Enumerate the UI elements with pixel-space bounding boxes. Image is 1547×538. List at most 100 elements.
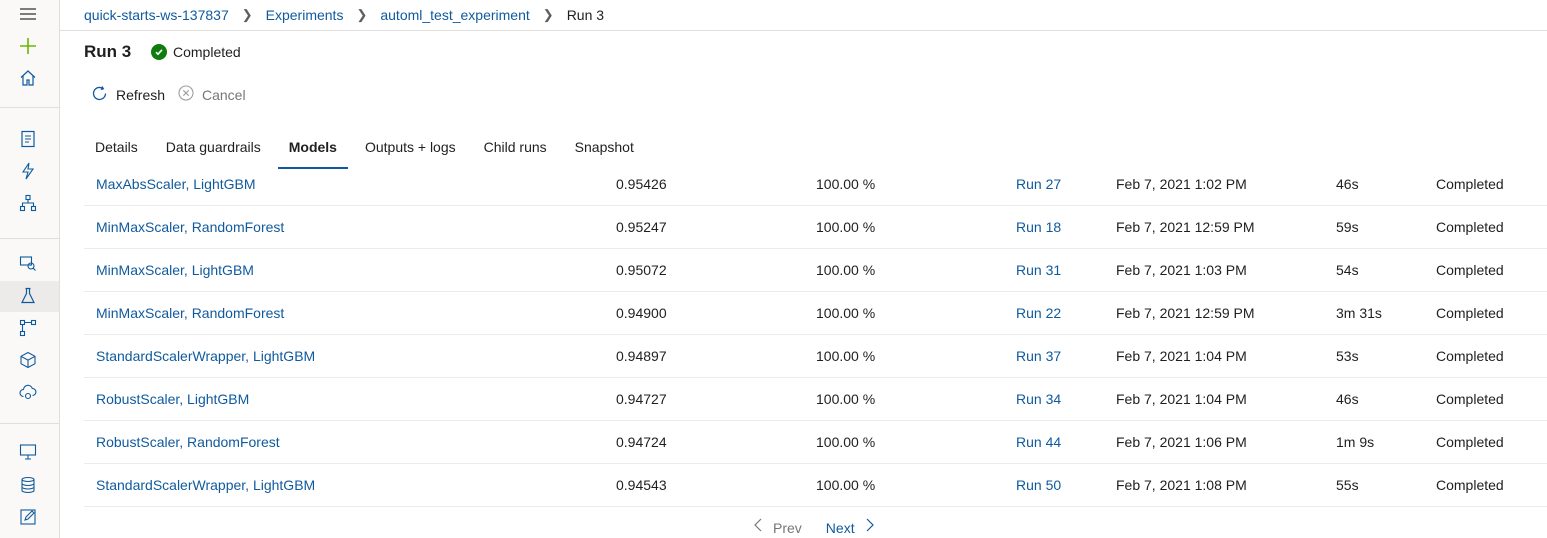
datastores-icon[interactable]	[17, 474, 39, 496]
sampling-value: 100.00 %	[816, 219, 876, 235]
hamburger-icon[interactable]	[17, 3, 39, 25]
experiments-icon[interactable]	[17, 285, 39, 307]
run-status: Completed	[1436, 305, 1504, 321]
sampling-value: 100.00 %	[816, 477, 876, 493]
table-row: RobustScaler, RandomForest 0.94724 100.0…	[84, 421, 1547, 464]
algorithm-name-link[interactable]: RobustScaler, RandomForest	[96, 434, 280, 450]
run-status: Completed	[1436, 348, 1504, 364]
prev-button[interactable]: Prev	[752, 517, 802, 538]
table-row: StandardScalerWrapper, LightGBM 0.94897 …	[84, 335, 1547, 378]
page-title: Run 3	[84, 42, 132, 61]
pagination: Prev Next	[752, 517, 876, 538]
metric-value: 0.94543	[616, 477, 667, 493]
prev-label: Prev	[773, 519, 802, 536]
endpoints-icon[interactable]	[17, 381, 39, 403]
check-circle-icon	[151, 44, 167, 60]
table-row: MinMaxScaler, RandomForest 0.94900 100.0…	[84, 292, 1547, 335]
run-link[interactable]: Run 50	[1016, 477, 1061, 493]
metric-value: 0.95247	[616, 219, 667, 235]
algorithm-name-link[interactable]: StandardScalerWrapper, LightGBM	[96, 477, 315, 493]
algorithm-name-link[interactable]: MinMaxScaler, LightGBM	[96, 262, 254, 278]
left-nav-rail	[0, 0, 60, 538]
chevron-right-icon: ❯	[542, 7, 554, 22]
designer-icon[interactable]	[17, 192, 39, 214]
run-link[interactable]: Run 18	[1016, 219, 1061, 235]
duration-value: 53s	[1336, 348, 1359, 364]
algorithm-name-link[interactable]: MaxAbsScaler, LightGBM	[96, 176, 256, 192]
run-link[interactable]: Run 37	[1016, 348, 1061, 364]
duration-value: 55s	[1336, 477, 1359, 493]
sampling-value: 100.00 %	[816, 305, 876, 321]
chevron-left-icon	[752, 517, 764, 538]
plus-icon[interactable]	[17, 35, 39, 57]
breadcrumb-experiments-link[interactable]: Experiments	[266, 7, 344, 23]
metric-value: 0.94900	[616, 305, 667, 321]
refresh-label: Refresh	[116, 87, 166, 103]
table-row: MinMaxScaler, LightGBM 0.95072 100.00 % …	[84, 249, 1547, 292]
nav-divider	[0, 107, 59, 108]
sampling-value: 100.00 %	[816, 176, 876, 192]
duration-value: 59s	[1336, 219, 1359, 235]
cancel-button[interactable]: Cancel	[177, 84, 246, 105]
run-status: Completed	[1436, 219, 1504, 235]
next-button[interactable]: Next	[826, 517, 876, 538]
table-row: MinMaxScaler, RandomForest 0.95247 100.0…	[84, 206, 1547, 249]
breadcrumb-workspace-link[interactable]: quick-starts-ws-137837	[84, 7, 229, 23]
duration-value: 54s	[1336, 262, 1359, 278]
notebook-icon[interactable]	[17, 128, 39, 150]
run-status: Completed	[1436, 434, 1504, 450]
created-time: Feb 7, 2021 1:08 PM	[1116, 477, 1247, 493]
metric-value: 0.94724	[616, 434, 667, 450]
compute-icon[interactable]	[17, 441, 39, 463]
chevron-right-icon	[864, 517, 876, 538]
run-status: Completed	[1436, 391, 1504, 407]
refresh-button[interactable]: Refresh	[90, 84, 165, 106]
nav-divider	[0, 423, 59, 424]
algorithm-name-link[interactable]: RobustScaler, LightGBM	[96, 391, 249, 407]
created-time: Feb 7, 2021 1:06 PM	[1116, 434, 1247, 450]
breadcrumb-current: Run 3	[566, 7, 605, 23]
breadcrumb: quick-starts-ws-137837 ❯ Experiments ❯ a…	[60, 0, 1547, 31]
created-time: Feb 7, 2021 1:04 PM	[1116, 348, 1247, 364]
cancel-icon	[177, 84, 195, 105]
chevron-right-icon: ❯	[356, 7, 368, 22]
status-badge: Completed	[151, 44, 241, 60]
run-link[interactable]: Run 44	[1016, 434, 1061, 450]
pipelines-icon[interactable]	[17, 317, 39, 339]
home-icon[interactable]	[17, 67, 39, 89]
created-time: Feb 7, 2021 1:04 PM	[1116, 391, 1247, 407]
algorithm-name-link[interactable]: MinMaxScaler, RandomForest	[96, 305, 284, 321]
run-link[interactable]: Run 22	[1016, 305, 1061, 321]
datasets-icon[interactable]	[17, 252, 39, 274]
run-link[interactable]: Run 34	[1016, 391, 1061, 407]
metric-value: 0.94727	[616, 391, 667, 407]
sampling-value: 100.00 %	[816, 348, 876, 364]
metric-value: 0.95072	[616, 262, 667, 278]
run-status: Completed	[1436, 477, 1504, 493]
algorithm-name-link[interactable]: MinMaxScaler, RandomForest	[96, 219, 284, 235]
run-link[interactable]: Run 31	[1016, 262, 1061, 278]
duration-value: 1m 9s	[1336, 434, 1375, 450]
sampling-value: 100.00 %	[816, 434, 876, 450]
run-link[interactable]: Run 27	[1016, 176, 1061, 192]
duration-value: 46s	[1336, 176, 1359, 192]
models-icon[interactable]	[17, 349, 39, 371]
labeling-icon[interactable]	[17, 506, 39, 528]
breadcrumb-experiment-link[interactable]: automl_test_experiment	[380, 7, 529, 23]
algorithm-name-link[interactable]: StandardScalerWrapper, LightGBM	[96, 348, 315, 364]
run-status: Completed	[1436, 176, 1504, 192]
status-text: Completed	[173, 44, 241, 60]
sampling-value: 100.00 %	[816, 262, 876, 278]
chevron-right-icon: ❯	[241, 7, 253, 22]
automl-icon[interactable]	[17, 160, 39, 182]
cancel-label: Cancel	[202, 86, 246, 103]
run-status: Completed	[1436, 262, 1504, 278]
table-row: MaxAbsScaler, LightGBM 0.95426 100.00 % …	[84, 163, 1547, 206]
created-time: Feb 7, 2021 12:59 PM	[1116, 219, 1255, 235]
models-table: MaxAbsScaler, LightGBM 0.95426 100.00 % …	[84, 163, 1547, 507]
metric-value: 0.94897	[616, 348, 667, 364]
nav-divider	[0, 238, 59, 239]
next-label: Next	[825, 519, 855, 536]
metric-value: 0.95426	[616, 176, 667, 192]
duration-value: 46s	[1336, 391, 1359, 407]
